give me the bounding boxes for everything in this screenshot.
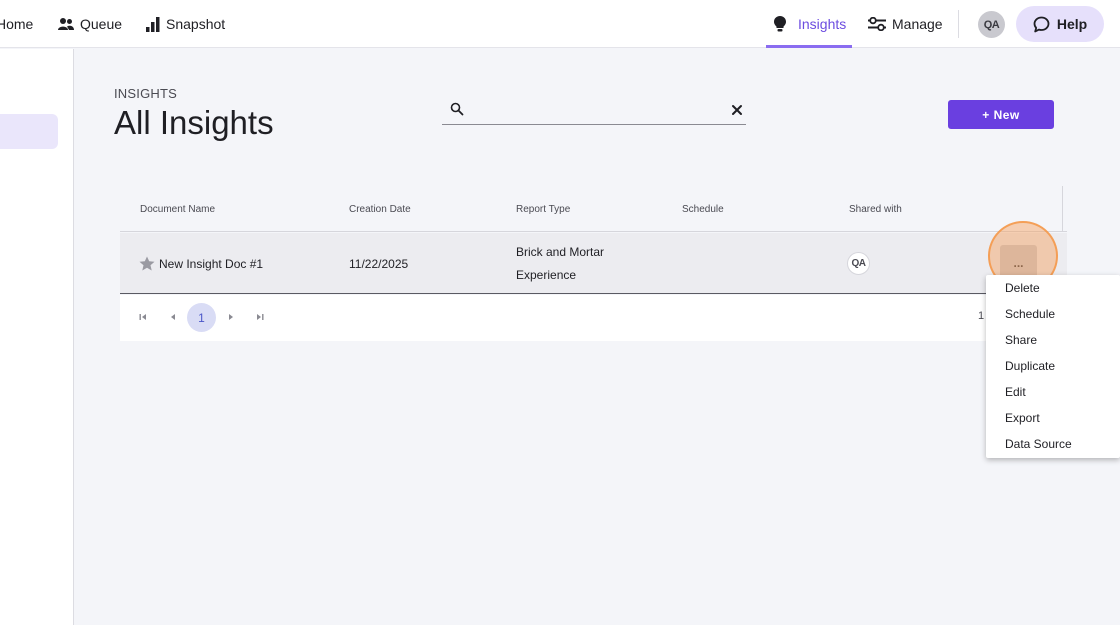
search-icon xyxy=(450,102,464,116)
menu-item-edit[interactable]: Edit xyxy=(1005,385,1026,399)
left-sidebar xyxy=(0,49,74,625)
next-page-icon[interactable] xyxy=(226,312,236,322)
document-name-link[interactable]: New Insight Doc #1 xyxy=(159,257,263,271)
bar-chart-icon xyxy=(146,16,160,32)
table-header: Document Name Creation Date Report Type … xyxy=(120,186,1067,232)
menu-item-duplicate[interactable]: Duplicate xyxy=(1005,359,1055,373)
lightbulb-icon xyxy=(774,16,786,32)
nav-queue[interactable]: Queue xyxy=(58,0,122,48)
nav-snapshot[interactable]: Snapshot xyxy=(146,0,225,48)
search-input[interactable] xyxy=(472,100,722,122)
column-header-schedule[interactable]: Schedule xyxy=(682,204,724,215)
search-bar xyxy=(442,98,746,125)
table-row[interactable]: New Insight Doc #1 11/22/2025 Brick and … xyxy=(120,233,1067,294)
help-button[interactable]: Help xyxy=(1016,6,1104,42)
first-page-icon[interactable] xyxy=(138,312,148,322)
creation-date: 11/22/2025 xyxy=(349,257,409,271)
nav-queue-label: Queue xyxy=(80,16,123,32)
star-icon[interactable] xyxy=(139,256,155,271)
pagination-info: 1 xyxy=(978,310,985,322)
menu-item-schedule[interactable]: Schedule xyxy=(1005,307,1055,321)
help-label: Help xyxy=(1056,16,1088,32)
column-header-shared-with[interactable]: Shared with xyxy=(849,204,902,215)
nav-insights-label: Insights xyxy=(798,16,847,32)
pagination: 1 1 xyxy=(120,295,1067,341)
last-page-icon[interactable] xyxy=(255,312,265,322)
chat-bubble-icon xyxy=(1033,16,1050,32)
column-header-document-name[interactable]: Document Name xyxy=(140,204,215,215)
shared-with-avatar: QA xyxy=(847,252,870,275)
nav-home[interactable]: Home xyxy=(0,0,33,48)
previous-page-icon[interactable] xyxy=(168,312,178,322)
nav-home-label: Home xyxy=(0,16,34,32)
row-actions-menu: Delete Schedule Share Duplicate Edit Exp… xyxy=(986,275,1120,458)
user-avatar[interactable]: QA xyxy=(978,11,1005,38)
column-divider xyxy=(1062,186,1063,232)
menu-item-share[interactable]: Share xyxy=(1005,333,1037,347)
page-number-current[interactable]: 1 xyxy=(187,303,216,332)
insights-table: Document Name Creation Date Report Type … xyxy=(120,186,1067,341)
nav-insights[interactable]: Insights xyxy=(766,0,852,48)
sidebar-item-selected[interactable] xyxy=(0,114,58,149)
top-navigation-bar: Home Queue Snapshot Insights Manage QA H… xyxy=(0,0,1120,48)
sliders-icon xyxy=(868,17,886,31)
menu-item-data-source[interactable]: Data Source xyxy=(1005,437,1072,451)
nav-snapshot-label: Snapshot xyxy=(166,16,226,32)
column-header-report-type[interactable]: Report Type xyxy=(516,204,570,215)
report-type-line-1: Brick and Mortar xyxy=(516,245,605,259)
menu-item-delete[interactable]: Delete xyxy=(1005,281,1040,295)
column-header-creation-date[interactable]: Creation Date xyxy=(349,204,411,215)
people-icon xyxy=(58,18,74,30)
new-insight-button[interactable]: + New xyxy=(948,100,1054,129)
menu-item-export[interactable]: Export xyxy=(1005,411,1040,425)
report-type-line-2: Experience xyxy=(516,268,577,282)
page-title: All Insights xyxy=(114,104,274,141)
nav-manage[interactable]: Manage xyxy=(868,0,943,48)
breadcrumb: INSIGHTS xyxy=(114,86,177,101)
nav-divider xyxy=(958,10,959,38)
nav-manage-label: Manage xyxy=(892,16,943,32)
clear-search-icon[interactable] xyxy=(730,103,744,117)
